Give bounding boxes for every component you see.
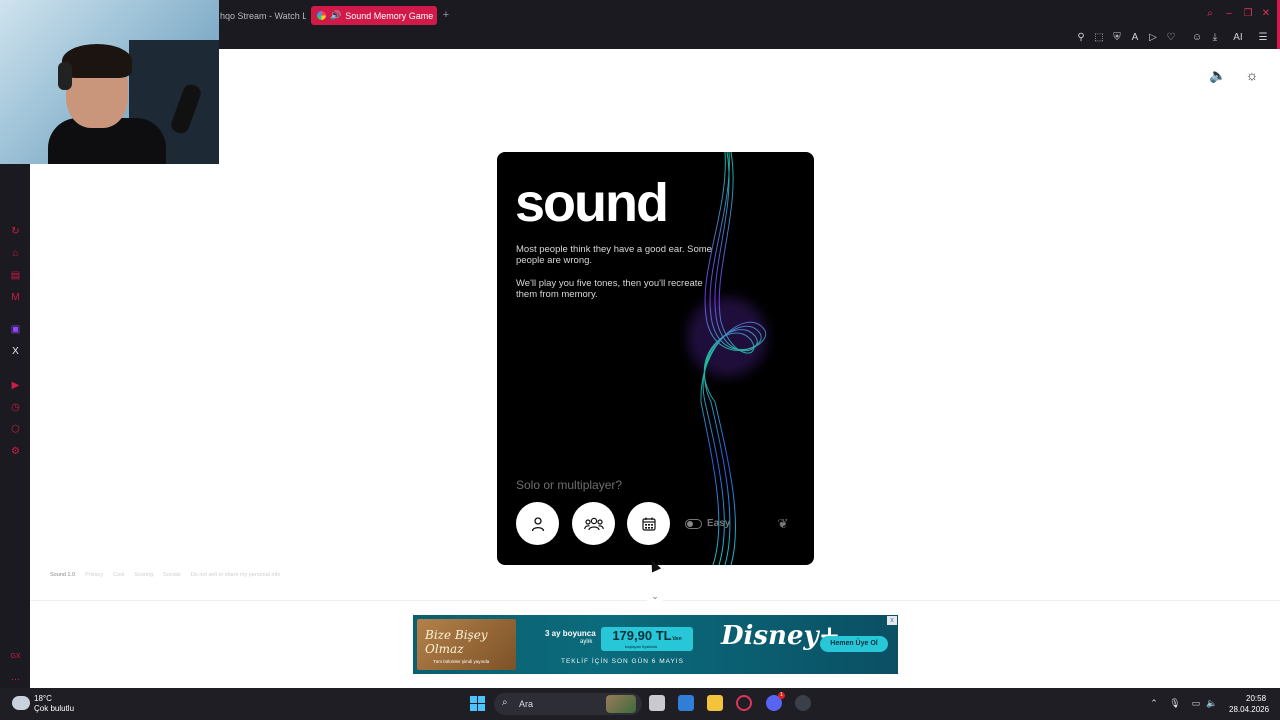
- ai-label: AI: [1233, 32, 1243, 43]
- ad-promo-line2: aylık: [580, 639, 593, 645]
- chevron-up-icon[interactable]: ⌃: [1148, 697, 1160, 709]
- game-title: sound: [515, 173, 669, 233]
- headset: [58, 62, 72, 90]
- store-icon[interactable]: [678, 695, 694, 711]
- mic-icon[interactable]: 🎙: [1169, 697, 1181, 709]
- more-icon[interactable]: …: [9, 671, 22, 684]
- multiplayer-icon: [583, 517, 604, 530]
- download-icon[interactable]: ⤓: [1209, 32, 1221, 44]
- player-icon[interactable]: ▶: [9, 379, 22, 392]
- tab-stream[interactable]: hqo Stream - Watch Li: [214, 6, 306, 25]
- ad-price-unit: 'den: [671, 636, 682, 642]
- ad-banner[interactable]: Bize Bişey Olmaz Tüm bölümler şimdi yayı…: [413, 615, 898, 674]
- maximize-icon[interactable]: ❐: [1241, 8, 1255, 19]
- speaker-icon[interactable]: 🔊: [330, 10, 341, 21]
- pin-icon[interactable]: ⚲: [1075, 32, 1087, 44]
- speaker-icon[interactable]: 🔈: [1206, 697, 1218, 709]
- plus-icon[interactable]: +: [440, 8, 452, 22]
- footer-link-privacy[interactable]: Privacy: [85, 572, 103, 578]
- difficulty-toggle[interactable]: [685, 519, 702, 529]
- shield-icon[interactable]: ⛨: [1111, 32, 1123, 44]
- difficulty-label: Easy: [707, 518, 731, 529]
- chevron-down-icon[interactable]: ⌄: [647, 590, 663, 602]
- heart-icon[interactable]: ♡: [1165, 32, 1177, 44]
- tab-label: hqo Stream - Watch Li: [220, 10, 306, 21]
- settings-icon[interactable]: ⚙: [9, 445, 22, 458]
- ad-price-sub: başlayan fiyatlarla: [625, 644, 658, 649]
- history-icon[interactable]: ↻: [9, 225, 22, 238]
- game-card: sound Most people think they have a good…: [497, 152, 814, 565]
- clock-date[interactable]: 28.04.2026: [1229, 705, 1269, 714]
- user-icon[interactable]: ☺: [1191, 32, 1203, 44]
- multiplayer-button[interactable]: [572, 502, 615, 545]
- folder-icon[interactable]: [707, 695, 723, 711]
- version-label: Sound 1.0: [50, 572, 76, 578]
- footer-link-cool[interactable]: Cool: [113, 572, 124, 578]
- footer-link-scoring[interactable]: Scoring: [134, 572, 153, 578]
- steam-icon[interactable]: [795, 695, 811, 711]
- extensions-icon[interactable]: ⬡: [9, 423, 22, 436]
- solo-icon: [531, 516, 544, 531]
- monitor-icon[interactable]: ▭: [1190, 697, 1202, 709]
- webcam-overlay: [0, 0, 219, 164]
- footer-link-do-not-sell[interactable]: Do not sell or share my personal info: [191, 572, 281, 578]
- game-description-2: We'll play you five tones, then you'll r…: [516, 278, 703, 300]
- discord-icon[interactable]: 1: [766, 692, 785, 711]
- clock-icon[interactable]: ◷: [9, 401, 22, 414]
- ad-poster-subtitle: Tüm bölümler şimdi yayında: [433, 659, 490, 664]
- tab-sound-memory-game[interactable]: 🔊 Sound Memory Game: [311, 6, 437, 25]
- favicon-icon: [317, 11, 326, 20]
- mode-prompt: Solo or multiplayer?: [516, 478, 623, 492]
- shopping-icon[interactable]: ⌂: [9, 247, 22, 260]
- laurel-icon[interactable]: ❦: [775, 516, 791, 532]
- gx-icon[interactable]: GX: [9, 650, 22, 663]
- clock-time[interactable]: 20:58: [1246, 694, 1266, 703]
- windows-start-icon[interactable]: [470, 696, 485, 711]
- page-footer: Sound 1.0 Privacy Cool Scoring Socials D…: [50, 572, 280, 578]
- tab-label: Sound Memory Game: [345, 10, 434, 21]
- solo-button[interactable]: [516, 502, 559, 545]
- snapshot-icon[interactable]: ⬚: [1093, 32, 1105, 44]
- sun-icon[interactable]: ☼: [1243, 66, 1261, 84]
- discord-badge: 1: [778, 692, 785, 699]
- screen: hqo Stream - Watch Li 🔊 Sound Memory Gam…: [0, 0, 1280, 720]
- ad-deadline: TEKLİF İÇİN SON GÜN 6 MAYIS: [561, 658, 684, 665]
- daily-button[interactable]: [627, 502, 670, 545]
- ad-poster: Bize Bişey Olmaz Tüm bölümler şimdi yayı…: [417, 619, 516, 670]
- cloud-icon[interactable]: [12, 696, 30, 710]
- file-manager-icon[interactable]: [649, 695, 665, 711]
- ad-price-value: 179,90 TL: [612, 628, 672, 643]
- footer-link-socials[interactable]: Socials: [163, 572, 181, 578]
- taskbar-search[interactable]: ⌕ Ara: [494, 693, 642, 715]
- toggle-knob: [687, 521, 693, 527]
- twitch-icon[interactable]: ▣: [9, 323, 22, 336]
- weather-description[interactable]: Çok bulutlu: [34, 704, 74, 713]
- menu-icon[interactable]: ☰: [1257, 32, 1269, 44]
- search-label: Ara: [519, 699, 534, 709]
- ad-cta-button[interactable]: Hemen Üye Ol: [820, 636, 888, 652]
- search-highlight-image: [606, 695, 636, 713]
- messenger-icon[interactable]: ▤: [9, 269, 22, 282]
- weather-temperature[interactable]: 18°C: [34, 694, 52, 703]
- daily-icon: [641, 517, 656, 531]
- ad-poster-title: Bize Bişey Olmaz: [425, 628, 488, 656]
- game-description-1: Most people think they have a good ear. …: [516, 244, 712, 266]
- ad-promo-line1: 3 ay boyunca: [545, 629, 596, 638]
- minimize-icon[interactable]: –: [1222, 8, 1236, 19]
- windows-taskbar: 18°C Çok bulutlu ⌕ Ara 1 ⌃ 🎙 ▭ 🔈 20:58 2…: [0, 688, 1280, 720]
- gmail-icon[interactable]: M: [9, 291, 22, 304]
- person-hair: [62, 44, 132, 78]
- ad-close-icon[interactable]: x: [887, 616, 897, 625]
- opera-gx-icon[interactable]: [736, 695, 752, 711]
- ai-icon[interactable]: AI: [1228, 32, 1248, 44]
- x-icon[interactable]: X: [9, 345, 22, 358]
- search-icon: ⌕: [502, 697, 508, 708]
- translate-icon[interactable]: A: [1129, 32, 1141, 44]
- search-icon[interactable]: ⌕: [1203, 8, 1217, 19]
- play-icon[interactable]: ▷: [1147, 32, 1159, 44]
- volume-icon[interactable]: 🔈: [1209, 66, 1227, 84]
- close-icon[interactable]: ✕: [1259, 8, 1273, 19]
